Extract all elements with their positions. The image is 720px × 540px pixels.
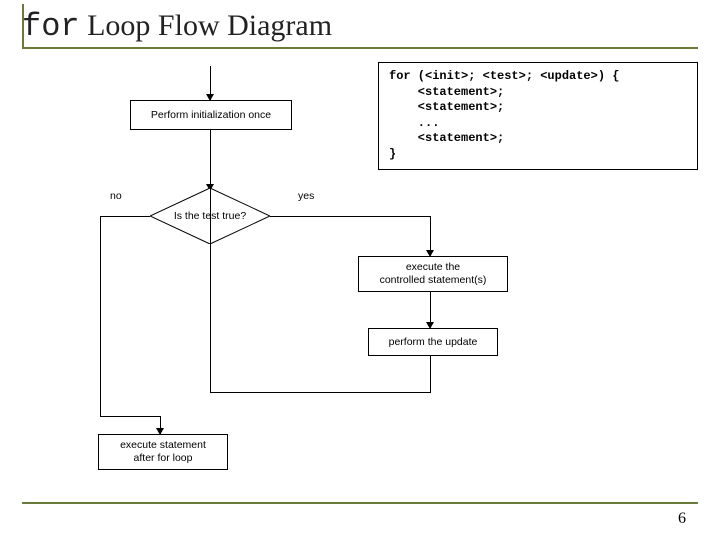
title-underline [22,47,698,49]
page-number: 6 [678,510,686,528]
line-no-h [100,216,150,217]
exec-box: execute the controlled statement(s) [358,256,508,292]
code-box: for (<init>; <test>; <update>) { <statem… [378,62,698,170]
exec-label: execute the controlled statement(s) [380,261,487,286]
line-loopback-h [210,392,431,393]
yes-label: yes [298,190,314,202]
title-rest: Loop Flow Diagram [80,9,332,42]
line-no-h2 [100,416,160,417]
init-box: Perform initialization once [130,100,292,130]
after-label: execute statement after for loop [120,439,206,464]
title-left-accent [22,4,24,48]
line-loopback-v2 [210,152,211,392]
no-label: no [110,190,122,202]
slide-title: for Loop Flow Diagram [22,8,698,47]
code-text: for (<init>; <test>; <update>) { <statem… [389,69,619,161]
line-yes-h [270,216,430,217]
line-loopback-v1 [430,356,431,392]
after-box: execute statement after for loop [98,434,228,470]
title-keyword: for [22,8,80,45]
update-box: perform the update [368,328,498,356]
init-label: Perform initialization once [151,109,271,122]
footer-rule [22,502,698,504]
arrowhead-into-init [206,94,214,101]
update-label: perform the update [389,336,478,349]
line-no-v [100,216,101,416]
diagram-canvas: for (<init>; <test>; <update>) { <statem… [0,56,720,496]
title-text: for Loop Flow Diagram [22,8,698,47]
